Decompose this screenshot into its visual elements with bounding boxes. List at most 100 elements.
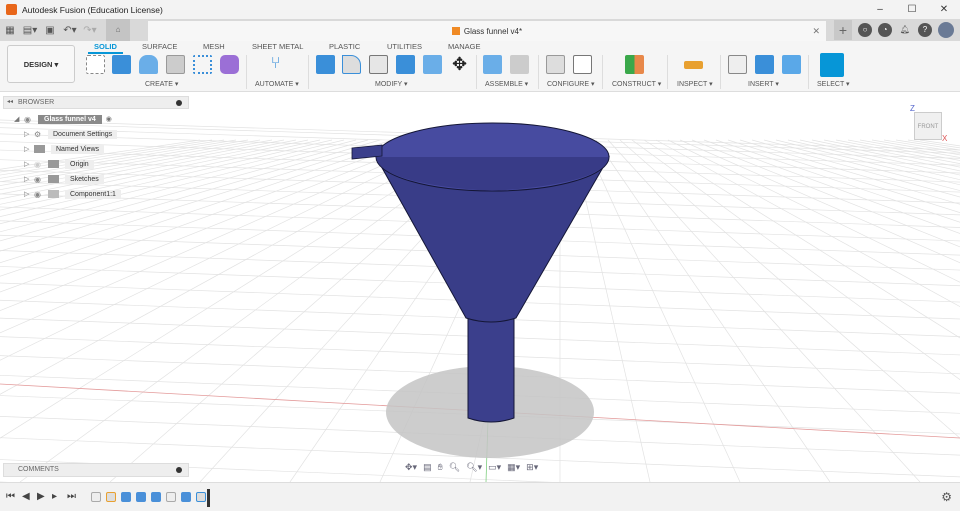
avatar[interactable]	[938, 22, 954, 38]
tab-mesh[interactable]: MESH	[203, 42, 225, 51]
undo-icon[interactable]: ↶▾	[60, 25, 80, 36]
form-icon[interactable]	[220, 55, 239, 74]
tab-plastic[interactable]: PLASTIC	[329, 42, 360, 51]
play-icon[interactable]: ▶	[37, 491, 45, 502]
step-forward-icon[interactable]: ▸	[52, 491, 57, 502]
folder-icon	[48, 160, 59, 168]
revolve-icon[interactable]	[139, 55, 158, 74]
viewcube[interactable]: Z FRONT X	[906, 104, 950, 144]
tree-item-sketches[interactable]: ▷ ◉ Sketches	[24, 173, 104, 185]
minimize-button[interactable]: –	[864, 0, 896, 19]
combine-icon[interactable]	[396, 55, 415, 74]
insert-mcmaster-icon[interactable]	[755, 55, 774, 74]
go-to-start-icon[interactable]: ⏮︎	[6, 491, 15, 502]
pan-icon[interactable]: ✋︎	[438, 462, 443, 473]
document-tab[interactable]: Glass funnel v4* ✕	[148, 21, 826, 41]
3d-viewport[interactable]	[0, 92, 960, 511]
timeline-sketch-icon[interactable]	[166, 492, 176, 502]
apps-grid-icon[interactable]: ▦	[0, 25, 20, 36]
timeline-extrude-icon[interactable]	[181, 492, 191, 502]
close-tab-button[interactable]: ✕	[812, 26, 820, 37]
inspect-menu[interactable]: INSPECT ▾	[677, 80, 713, 88]
tree-item-named-views[interactable]: ▷ Named Views	[24, 143, 105, 155]
timeline-revolve-icon[interactable]	[121, 492, 131, 502]
tab-sheet-metal[interactable]: SHEET METAL	[252, 42, 303, 51]
tab-utilities[interactable]: UTILITIES	[387, 42, 422, 51]
insert-menu[interactable]: INSERT ▾	[748, 80, 779, 88]
viewcube-front-face[interactable]: FRONT	[914, 112, 942, 140]
fillet-icon[interactable]	[342, 55, 361, 74]
file-menu-icon[interactable]: ▤▾	[20, 25, 40, 36]
activate-radio-icon[interactable]: ◉	[106, 115, 112, 123]
save-icon[interactable]: ▣	[40, 25, 60, 36]
move-icon[interactable]: ✥	[450, 55, 469, 74]
automate-menu[interactable]: AUTOMATE ▾	[255, 80, 299, 88]
timeline-revolve-icon[interactable]	[151, 492, 161, 502]
tab-manage[interactable]: MANAGE	[448, 42, 481, 51]
add-comment-icon[interactable]	[176, 467, 182, 473]
tab-solid[interactable]: SOLID	[88, 42, 123, 54]
tree-label: Origin	[65, 159, 94, 169]
comments-panel[interactable]: COMMENTS	[3, 463, 189, 477]
extensions-icon[interactable]: ○	[858, 23, 872, 37]
timeline-fillet-icon[interactable]	[106, 492, 116, 502]
tree-item-document-settings[interactable]: ▷ ⚙ Document Settings	[24, 128, 118, 140]
display-settings-icon[interactable]: ▭▾	[488, 462, 501, 473]
configure-icon[interactable]	[546, 55, 565, 74]
offset-plane-icon[interactable]	[625, 55, 644, 74]
browser-pin-icon[interactable]	[176, 100, 182, 106]
insert-canvas-icon[interactable]	[782, 55, 801, 74]
timeline-revolve-icon[interactable]	[136, 492, 146, 502]
measure-icon[interactable]	[684, 61, 703, 69]
insert-derive-icon[interactable]	[728, 55, 747, 74]
notifications-icon[interactable]: 🔔︎	[898, 23, 912, 37]
eye-hidden-icon[interactable]: ◉	[34, 160, 48, 169]
construct-menu[interactable]: CONSTRUCT ▾	[612, 80, 661, 88]
viewports-icon[interactable]: ⊞▾	[526, 462, 538, 473]
tree-item-origin[interactable]: ▷ ◉ Origin	[24, 158, 94, 170]
browser-root[interactable]: ◢ ◉ Glass funnel v4 ◉	[14, 113, 112, 125]
create-menu[interactable]: CREATE ▾	[145, 80, 178, 88]
timeline-marker[interactable]	[207, 489, 210, 507]
maximize-button[interactable]: ☐	[896, 0, 928, 19]
configuration-table-icon[interactable]	[573, 55, 592, 74]
step-back-icon[interactable]: ◀	[22, 491, 30, 502]
modify-menu[interactable]: MODIFY ▾	[375, 80, 408, 88]
shell-icon[interactable]	[369, 55, 388, 74]
go-to-end-icon[interactable]: ⏭︎	[67, 491, 76, 502]
automate-icon[interactable]: ⑂	[266, 55, 285, 74]
create-sketch-icon[interactable]	[86, 55, 105, 74]
new-component-icon[interactable]	[483, 55, 502, 74]
timeline-settings-gear-icon[interactable]: ⚙	[941, 490, 952, 504]
look-at-icon[interactable]: ▤	[423, 462, 432, 473]
home-icon[interactable]: ⌂	[106, 19, 130, 41]
hole-icon[interactable]	[166, 55, 185, 74]
eye-icon[interactable]: ◉	[34, 175, 48, 184]
tab-surface[interactable]: SURFACE	[142, 42, 177, 51]
zoom-window-icon[interactable]: 🔍︎▾	[466, 462, 482, 473]
tree-item-component[interactable]: ▷ ◉ Component1:1	[24, 188, 121, 200]
close-button[interactable]: ✕	[928, 0, 960, 19]
timeline-sketch-icon[interactable]	[91, 492, 101, 502]
orbit-icon[interactable]: ✥▾	[405, 462, 417, 473]
eye-icon[interactable]: ◉	[34, 190, 48, 199]
select-menu[interactable]: SELECT ▾	[817, 80, 850, 88]
zoom-icon[interactable]: 🔍︎	[449, 462, 460, 473]
browser-panel-header[interactable]: ◂◂ BROWSER	[3, 96, 189, 109]
select-icon[interactable]	[820, 53, 844, 77]
new-tab-icon[interactable]: +	[834, 20, 852, 40]
job-status-icon[interactable]: ◔	[878, 23, 892, 37]
redo-icon[interactable]: ↷▾	[80, 25, 100, 36]
grid-settings-icon[interactable]: ▦▾	[507, 462, 520, 473]
help-icon[interactable]: ?	[918, 23, 932, 37]
assemble-menu[interactable]: ASSEMBLE ▾	[485, 80, 528, 88]
eye-icon[interactable]: ◉	[24, 115, 38, 124]
timeline-shell-icon[interactable]	[196, 492, 206, 502]
joint-icon[interactable]	[510, 55, 529, 74]
workspace-switcher[interactable]: DESIGN ▾	[7, 45, 75, 83]
configure-menu[interactable]: CONFIGURE ▾	[547, 80, 594, 88]
press-pull-icon[interactable]	[316, 55, 335, 74]
extrude-icon[interactable]	[112, 55, 131, 74]
pattern-icon[interactable]	[193, 55, 212, 74]
split-face-icon[interactable]	[423, 55, 442, 74]
